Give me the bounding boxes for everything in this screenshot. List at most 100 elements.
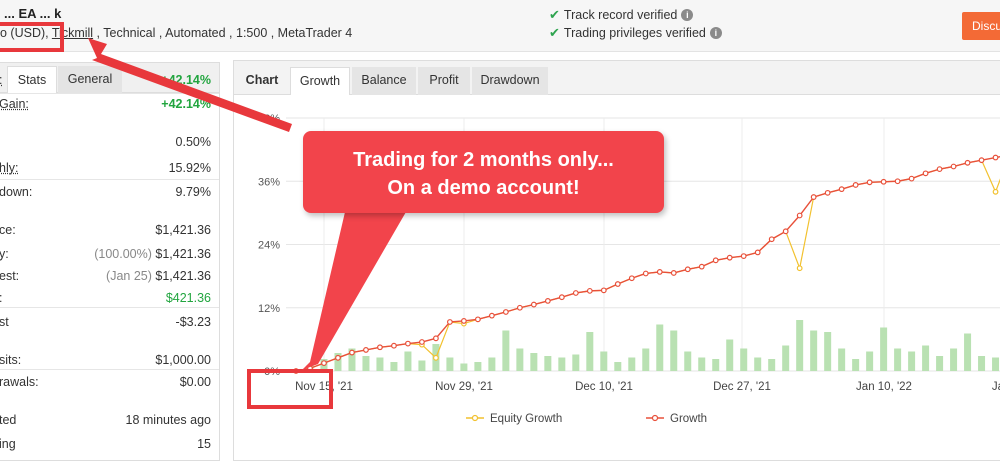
stats-divider [0,93,219,94]
growth-point [824,189,831,196]
volume-bar [726,339,734,371]
growth-point [586,287,593,294]
stat-value: $1,000.00 [155,353,211,367]
volume-bar [838,348,846,371]
check-icon: ✔ [549,25,560,40]
growth-point [838,186,845,193]
stat-label: hly: [0,161,19,175]
growth-point [474,316,481,323]
volume-bar [502,330,510,371]
volume-bar [404,351,412,371]
check-icon: ✔ [549,7,560,22]
volume-bar [964,333,972,371]
stat-row: est: (Jan 25) $1,421.36 [0,267,219,287]
growth-point [950,163,957,170]
chart-panel: Chart Growth Balance Profit Drawdown 0% 1… [233,60,1000,461]
growth-point [796,212,803,219]
growth-point [419,339,425,345]
stat-label: : [0,73,2,87]
stat-value: (Jan 25) $1,421.36 [106,269,211,283]
x-tick-label: Nov 29, '21 [435,381,493,393]
growth-point [321,360,327,366]
growth-point [992,154,999,161]
callout-line-1: Trading for 2 months only... [353,149,614,171]
volume-bar [950,348,958,371]
volume-bar [614,362,622,371]
tab-drawdown[interactable]: Drawdown [472,67,548,95]
verified-label: Trading privileges verified [563,26,706,40]
stat-value: +42.14% [161,73,211,87]
stat-label: down: [0,185,33,199]
info-icon[interactable]: i [681,9,694,21]
volume-bar [852,359,860,371]
stat-value: $1,421.36 [155,223,211,237]
growth-point [377,344,383,351]
stat-label: : [0,291,2,305]
volume-bar [922,345,930,371]
stat-row: 0.50% [0,133,219,153]
stat-value: $421.36 [165,291,211,305]
volume-bar [936,356,944,371]
growth-point [936,166,943,173]
tab-balance[interactable]: Balance [352,67,416,95]
stat-row: y: (100.00%) $1,421.36 [0,245,219,265]
volume-bar [460,363,468,371]
growth-point [684,266,691,273]
volume-bar [474,362,482,371]
growth-point [726,254,733,261]
volume-bar [684,351,692,371]
track-record-verified: ✔ Track record verified i [549,7,694,23]
growth-point [754,249,761,256]
volume-bar [488,357,496,371]
growth-point [768,236,775,243]
stat-row: st -$3.23 [0,313,219,333]
legend-marker [651,414,659,422]
stat-value: 9.79% [175,185,211,199]
stat-row: ted 18 minutes ago [0,411,219,431]
volume-bar [754,357,762,371]
volume-bar [628,357,636,371]
discuss-button[interactable]: Discu [962,12,1000,40]
growth-point [488,312,495,319]
stat-row: down: 9.79% [0,183,219,203]
system-title: ... EA ... k [4,6,62,21]
stat-value: $0.00 [179,375,211,389]
tab-chart[interactable]: Chart [238,67,286,95]
tab-profit[interactable]: Profit [418,67,470,95]
growth-point [433,335,439,342]
stat-row: hly: 15.92% [0,159,219,179]
stat-value: 18 minutes ago [125,413,211,427]
growth-point [335,354,341,361]
growth-point [530,301,537,308]
start-date-highlight-box [247,369,333,409]
stat-label: sits: [0,353,22,367]
trading-privileges-verified: ✔ Trading privileges verified i [549,25,722,41]
stat-value: 15.92% [168,161,211,175]
broker-highlight-box [0,22,64,52]
growth-point [908,175,915,182]
growth-point [782,228,789,235]
stat-row: sits: $1,000.00 [0,351,219,371]
growth-point [698,263,705,270]
volume-bar [516,348,524,371]
info-icon[interactable]: i [709,27,722,39]
growth-point [894,178,901,185]
stat-label: Gain: [0,97,29,111]
growth-point [642,270,649,277]
growth-point [880,178,887,185]
stat-value: 0.50% [175,135,211,149]
volume-bar [530,353,538,371]
x-tick-label: Jan 10, '22 [856,381,912,393]
volume-bar [992,357,1000,371]
growth-point [460,318,467,324]
growth-point [502,309,509,315]
legend-label: Growth [670,413,707,425]
stat-label: ted [0,413,17,427]
stats-panel: Stats General :+42.14%Gain:+42.14%0.50%h… [0,62,220,461]
stat-sub-value: (100.00%) [94,247,156,261]
system-header: ... EA ... k o (USD), Tickmill , Technic… [0,0,1000,52]
growth-point [628,275,635,282]
stat-sub-value: (Jan 25) [106,269,156,283]
tab-growth[interactable]: Growth [290,67,350,95]
volume-bar [880,327,888,371]
